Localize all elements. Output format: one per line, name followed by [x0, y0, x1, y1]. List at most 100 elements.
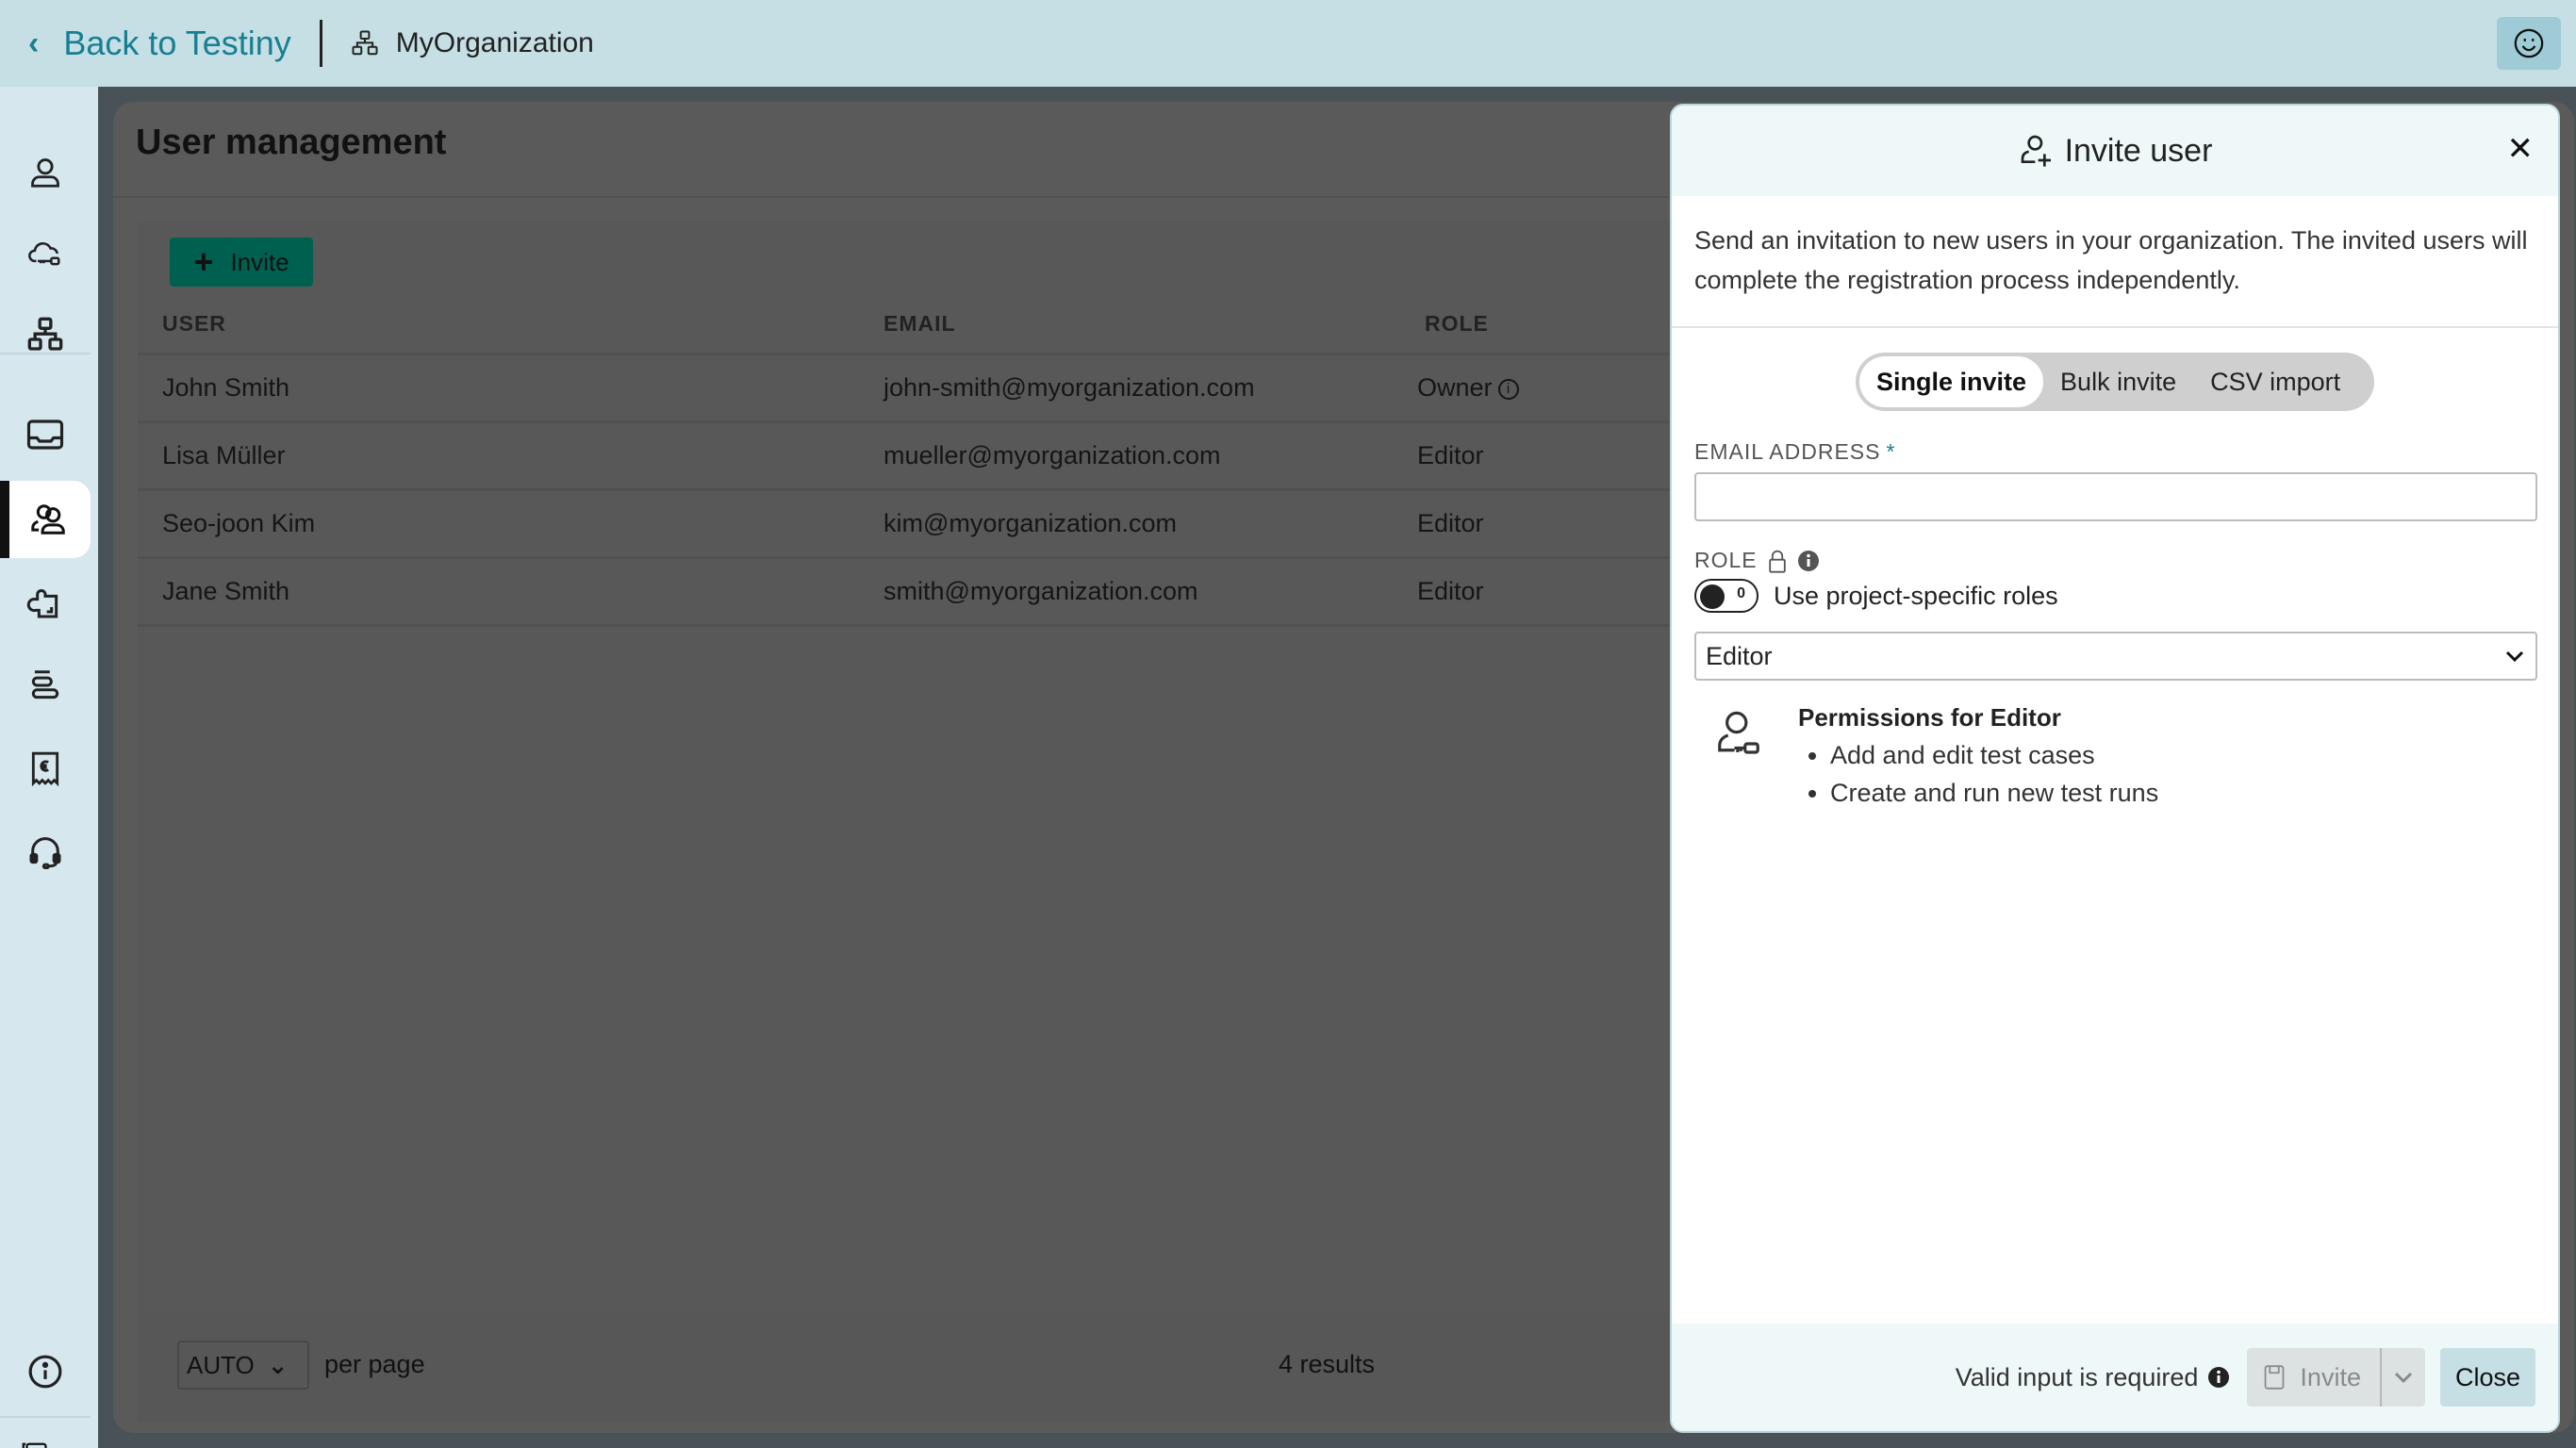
project-roles-toggle-row: 0 Use project-specific roles [1694, 579, 2535, 613]
invite-options-dropdown[interactable] [2382, 1348, 2425, 1407]
org-chart-icon [27, 317, 63, 351]
cell-role: Owner i [1417, 373, 1519, 403]
sidebar-item-projects[interactable] [0, 647, 91, 724]
column-header-role[interactable]: ROLE [1425, 311, 1489, 337]
sidebar-item-billing[interactable] [0, 730, 91, 807]
tab-bulk-invite[interactable]: Bulk invite [2043, 356, 2193, 407]
sidebar [0, 87, 98, 1448]
dialog-header: Invite user ✕ [1672, 106, 2558, 196]
invite-submit-button[interactable]: Invite [2247, 1348, 2382, 1407]
user-plus-icon [2021, 135, 2051, 167]
invite-button[interactable]: + Invite [170, 238, 313, 287]
sign-out-icon [22, 1442, 47, 1448]
page-title: User management [136, 123, 447, 162]
invite-split-button: Invite [2247, 1348, 2425, 1407]
dialog-title-text: Invite user [2064, 132, 2213, 169]
validation-message: Valid input is required [1956, 1363, 2231, 1392]
cell-email: john-smith@myorganization.com [883, 373, 1255, 402]
info-icon[interactable] [1797, 550, 1820, 572]
smiley-icon [2514, 28, 2544, 58]
permission-item: Create and run new test runs [1830, 774, 2158, 812]
role-text: Owner [1417, 373, 1493, 402]
headset-icon [29, 837, 61, 869]
sidebar-item-organization[interactable] [0, 296, 91, 373]
invite-button-label: Invite [230, 247, 289, 276]
back-link-label: Back to Testiny [63, 24, 291, 62]
sidebar-item-sso[interactable] [0, 215, 91, 292]
chevron-left-icon: ‹ [28, 25, 40, 61]
sidebar-item-inbox[interactable] [0, 396, 91, 473]
results-count: 4 results [1279, 1350, 1376, 1378]
role-label-text: ROLE [1694, 548, 1758, 572]
cell-role: Editor [1417, 441, 1484, 469]
email-field[interactable] [1694, 472, 2537, 521]
permissions-section: Permissions for Editor Add and edit test… [1694, 699, 2535, 812]
per-page-select[interactable]: AUTO ⌄ [177, 1341, 309, 1390]
invite-user-dialog: Invite user ✕ Send an invitation to new … [1670, 104, 2560, 1433]
user-icon [31, 158, 59, 188]
role-label: ROLE [1694, 548, 2535, 573]
users-icon [31, 504, 65, 535]
chevron-down-icon [2394, 1372, 2413, 1384]
invite-submit-label: Invite [2300, 1362, 2361, 1391]
permission-item: Add and edit test cases [1830, 736, 2158, 774]
permissions-title: Permissions for Editor [1798, 703, 2061, 732]
required-marker: * [1886, 439, 1896, 464]
validation-text: Valid input is required [1955, 1362, 2199, 1391]
tab-single-invite[interactable]: Single invite [1859, 356, 2044, 407]
row-divider [138, 624, 1675, 627]
chevron-down-icon: ⌄ [267, 1350, 289, 1379]
email-label: EMAIL ADDRESS * [1694, 439, 2535, 465]
sidebar-item-profile[interactable] [0, 134, 91, 211]
dialog-title: Invite user [2018, 132, 2213, 170]
toggle-label: Use project-specific roles [1774, 581, 2058, 610]
project-roles-toggle[interactable]: 0 [1694, 579, 1759, 613]
role-select[interactable]: Editor [1694, 632, 2537, 681]
role-select-value: Editor [1706, 641, 1773, 670]
sidebar-item-info[interactable] [0, 1333, 91, 1410]
lock-icon [1768, 550, 1786, 573]
puzzle-icon [26, 589, 58, 618]
org-chart-icon [352, 30, 378, 56]
organization-label: MyOrganization [351, 27, 594, 59]
close-icon[interactable]: ✕ [2507, 130, 2535, 168]
per-page-label: per page [324, 1350, 425, 1378]
cell-user: John Smith [162, 373, 290, 402]
close-button[interactable]: Close [2439, 1348, 2535, 1407]
receipt-euro-icon [31, 751, 59, 787]
cloud-key-icon [28, 242, 60, 266]
back-to-testiny-link[interactable]: ‹ Back to Testiny [28, 24, 291, 63]
info-icon[interactable] [2207, 1366, 2230, 1389]
column-header-email[interactable]: EMAIL [883, 311, 956, 337]
sidebar-item-logout[interactable] [0, 1416, 68, 1448]
sidebar-separator [0, 353, 91, 354]
row-divider [138, 556, 1675, 559]
divider [113, 196, 1678, 198]
cell-role: Editor [1417, 577, 1484, 605]
cell-email: mueller@myorganization.com [883, 441, 1221, 469]
user-key-icon [1694, 699, 1798, 812]
save-icon [2265, 1365, 2285, 1390]
feedback-button[interactable] [2497, 17, 2561, 70]
inbox-icon [26, 420, 64, 450]
email-label-text: EMAIL ADDRESS [1694, 439, 1881, 464]
row-divider [138, 420, 1675, 423]
toggle-knob [1700, 584, 1725, 609]
sidebar-item-support[interactable] [0, 813, 91, 890]
info-icon [28, 1355, 62, 1389]
divider [1672, 326, 2558, 328]
toggle-state: 0 [1737, 585, 1745, 601]
sidebar-item-users[interactable] [0, 481, 91, 558]
cell-user: Seo-joon Kim [162, 509, 316, 537]
per-page-value: AUTO [187, 1350, 255, 1379]
cell-email: smith@myorganization.com [883, 577, 1198, 605]
stack-icon [31, 670, 59, 699]
sidebar-item-integrations[interactable] [0, 564, 91, 641]
dialog-description: Send an invitation to new users in your … [1694, 226, 2528, 294]
dialog-footer: Valid input is required Invite Close [1672, 1324, 2558, 1431]
column-header-user[interactable]: USER [162, 311, 226, 337]
info-icon[interactable]: i [1497, 378, 1519, 400]
row-divider [138, 353, 1675, 355]
tab-csv-import[interactable]: CSV import [2193, 356, 2357, 407]
cell-role: Editor [1417, 509, 1484, 537]
